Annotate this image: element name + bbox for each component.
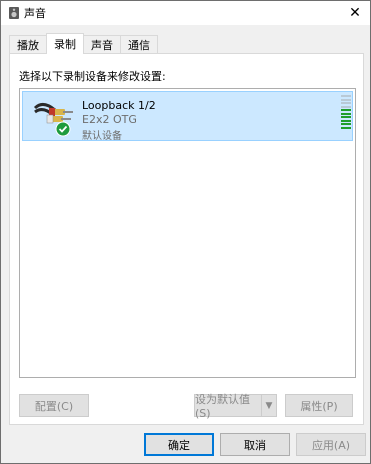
tab-label: 播放: [17, 39, 39, 52]
title-bar: 声音 ✕: [1, 1, 370, 25]
tab-label: 声音: [91, 39, 113, 52]
device-item-loopback[interactable]: Loopback 1/2 E2x2 OTG 默认设备: [22, 91, 353, 142]
tab-strip: 播放 录制 声音 通信: [9, 33, 158, 54]
cancel-label: 取消: [244, 438, 266, 452]
tab-communications[interactable]: 通信: [120, 35, 158, 54]
close-button[interactable]: ✕: [340, 1, 370, 25]
properties-button[interactable]: 属性(P): [285, 394, 353, 417]
level-segment: [341, 98, 351, 101]
instruction-text: 选择以下录制设备来修改设置:: [19, 70, 166, 83]
chevron-down-icon: ▼: [265, 400, 273, 411]
configure-button[interactable]: 配置(C): [19, 394, 89, 417]
ok-button[interactable]: 确定: [144, 433, 214, 456]
tab-label: 录制: [54, 38, 76, 51]
device-driver: E2x2 OTG: [82, 113, 137, 126]
window-title: 声音: [24, 7, 46, 20]
ok-label: 确定: [168, 438, 190, 452]
level-segment: [341, 102, 351, 105]
level-segment: [341, 109, 351, 112]
check-icon: [55, 121, 71, 137]
level-segment: [341, 126, 351, 129]
sound-dialog: 声音 ✕ 播放 录制 声音 通信 选择以下录制设备来修改设置: Loopback…: [0, 0, 371, 464]
recording-panel: 选择以下录制设备来修改设置: Loopback 1/2 E2x2 OTG 默认设…: [9, 53, 364, 425]
level-segment: [341, 116, 351, 119]
apply-button[interactable]: 应用(A): [296, 433, 366, 456]
apply-label: 应用(A): [311, 438, 351, 452]
cancel-button[interactable]: 取消: [220, 433, 290, 456]
tab-recording[interactable]: 录制: [46, 33, 84, 54]
set-default-button[interactable]: 设为默认值(S): [194, 393, 262, 420]
configure-label: 配置(C): [34, 399, 74, 413]
level-segment: [341, 123, 351, 126]
tab-label: 通信: [128, 39, 150, 52]
speaker-icon: [9, 7, 19, 19]
set-default-label: 设为默认值(S): [195, 393, 250, 420]
device-name: Loopback 1/2: [82, 99, 156, 112]
device-list[interactable]: Loopback 1/2 E2x2 OTG 默认设备: [19, 88, 356, 378]
properties-label: 属性(P): [300, 399, 338, 413]
tab-playback[interactable]: 播放: [9, 35, 47, 54]
level-segment: [341, 119, 351, 122]
level-meter: [341, 95, 351, 129]
rca-cable-icon: [33, 103, 73, 137]
set-default-dropdown[interactable]: ▼: [261, 394, 277, 417]
level-segment: [341, 112, 351, 115]
tab-sounds[interactable]: 声音: [83, 35, 121, 54]
close-icon: ✕: [349, 5, 361, 21]
level-segment: [341, 95, 351, 97]
level-segment: [341, 105, 351, 108]
device-status: 默认设备: [82, 131, 122, 142]
